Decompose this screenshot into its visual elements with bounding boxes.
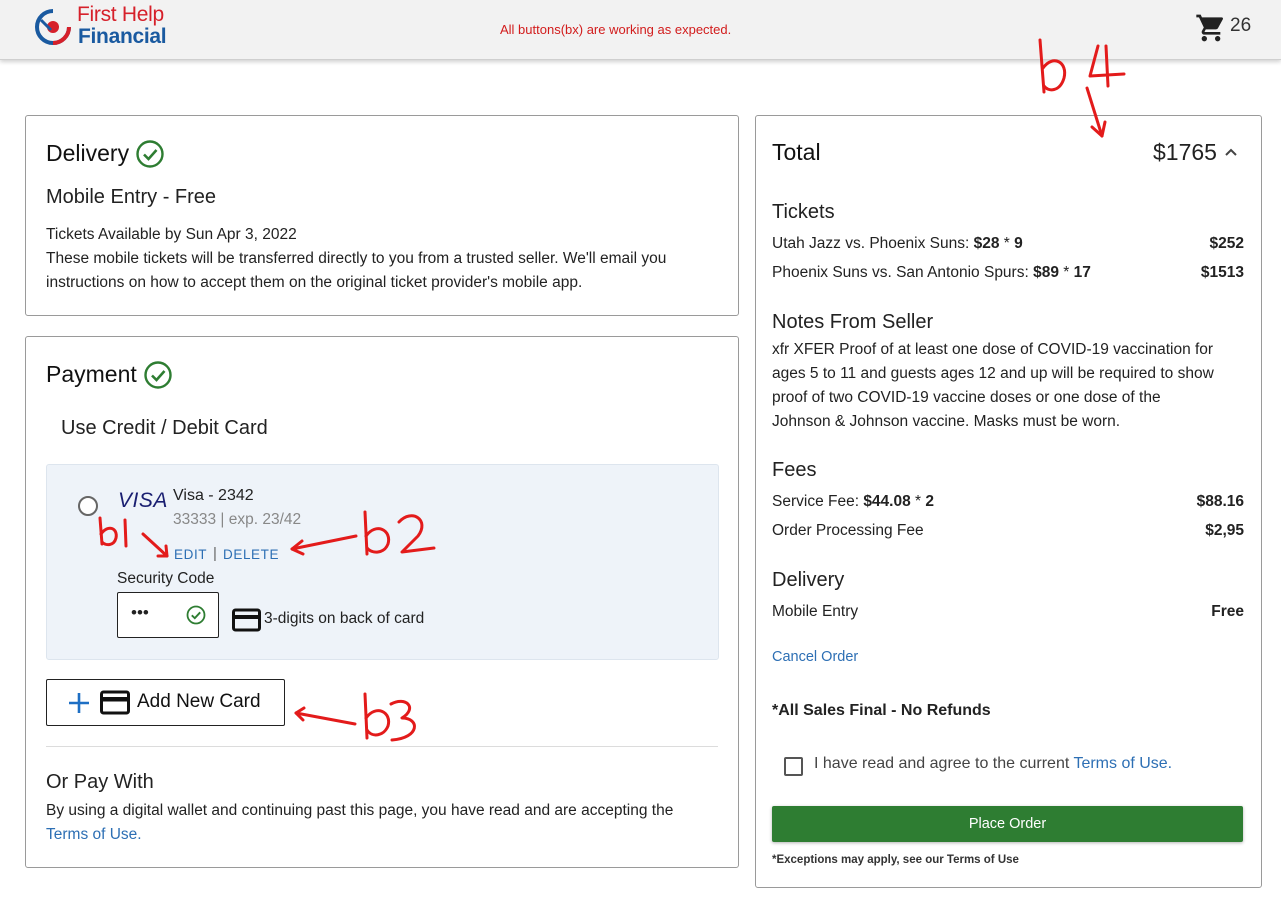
logo-text-first-help: First Help [77, 3, 164, 26]
exceptions-note: *Exceptions may apply, see our Terms of … [772, 854, 1019, 866]
tickets-title: Tickets [772, 201, 835, 223]
ticket-event: Phoenix Suns vs. San Antonio Spurs: [772, 264, 1034, 281]
payment-method-label: Use Credit / Debit Card [61, 417, 268, 439]
add-new-card-label: Add New Card [137, 691, 261, 712]
total-value[interactable]: $1765 [1153, 139, 1217, 166]
security-code-input[interactable]: ••• [117, 592, 219, 638]
ticket-times: * [999, 235, 1015, 252]
cart-count: 26 [1230, 15, 1252, 36]
ticket-times: * [1058, 264, 1074, 281]
summary-delivery-title: Delivery [772, 569, 845, 591]
agree-terms-link[interactable]: Terms of Use. [1073, 755, 1172, 772]
link-separator: | [213, 545, 217, 562]
service-fee-price: $44.08 [863, 493, 911, 510]
ticket-qty: 9 [1014, 235, 1023, 252]
seller-note-line: xfr XFER Proof of at least one dose of C… [772, 341, 1214, 358]
or-pay-with-title: Or Pay With [46, 771, 154, 793]
service-fee-label: Service Fee: [772, 493, 864, 510]
add-new-card-button[interactable]: Add New Card [46, 679, 285, 726]
payment-check-icon [144, 361, 172, 389]
delivery-title: Delivery [46, 140, 130, 166]
ticket-price: $28 [973, 235, 1000, 252]
digital-wallet-text: By using a digital wallet and continuing… [46, 802, 674, 819]
sales-final-notice: *All Sales Final - No Refunds [772, 702, 991, 719]
delivery-description-line1: These mobile tickets will be transferred… [46, 250, 667, 267]
credit-card-icon [232, 608, 261, 632]
security-code-value: ••• [131, 603, 149, 622]
ticket-row: Phoenix Suns vs. San Antonio Spurs: $89 … [772, 264, 1091, 282]
ticket-qty: 17 [1073, 264, 1091, 281]
agree-terms-label: I have read and agree to the current [814, 755, 1074, 772]
chevron-up-icon[interactable] [1223, 145, 1239, 159]
total-label: Total [772, 139, 821, 165]
cart-icon[interactable] [1195, 12, 1227, 44]
logo-text-financial: Financial [78, 25, 167, 48]
logo-icon [35, 9, 71, 45]
card-name: Visa - 2342 [173, 487, 254, 504]
processing-fee-total: $2,95 [1205, 522, 1244, 539]
service-fee-row: Service Fee: $44.08 * 2 [772, 493, 934, 511]
service-fee-qty: 2 [925, 493, 935, 510]
edit-card-link[interactable]: EDIT [174, 547, 207, 562]
place-order-button[interactable]: Place Order [772, 806, 1243, 842]
service-fee-times: * [910, 493, 926, 510]
status-notice: All buttons(bx) are working as expected. [500, 22, 732, 37]
card-icon [100, 690, 130, 715]
seller-note-line: ages 5 to 11 and guests ages 12 and up w… [772, 365, 1214, 382]
agree-terms-text: I have read and agree to the current Ter… [814, 755, 1172, 773]
ticket-total: $252 [1209, 235, 1244, 252]
terms-of-use-link[interactable]: Terms of Use. [46, 823, 142, 847]
payment-divider [46, 746, 718, 747]
service-fee-total: $88.16 [1196, 493, 1244, 510]
seller-note-line: Johnson & Johnson vaccine. Masks must be… [772, 413, 1121, 430]
ticket-event: Utah Jazz vs. Phoenix Suns: [772, 235, 974, 252]
visa-brand-logo: VISA [118, 489, 168, 512]
security-valid-check-icon [186, 605, 206, 625]
card-select-radio[interactable] [78, 496, 98, 516]
delivery-method: Mobile Entry - Free [46, 186, 217, 208]
seller-note-line: proof of two COVID-19 vaccine doses or o… [772, 389, 1161, 406]
summary-delivery-method: Mobile Entry [772, 603, 859, 620]
agree-terms-checkbox[interactable] [784, 757, 803, 776]
delete-card-link[interactable]: DELETE [223, 547, 279, 562]
top-bar: First Help Financial All buttons(bx) are… [0, 0, 1281, 60]
security-code-hint: 3-digits on back of card [264, 610, 425, 627]
delivery-description-line2: instructions on how to accept them on th… [46, 274, 583, 291]
summary-delivery-price: Free [1211, 603, 1244, 620]
fees-title: Fees [772, 459, 817, 481]
payment-title: Payment [46, 361, 137, 387]
ticket-total: $1513 [1200, 264, 1244, 281]
cancel-order-link[interactable]: Cancel Order [772, 649, 858, 665]
delivery-check-icon [136, 140, 164, 168]
security-code-label: Security Code [117, 570, 215, 587]
card-details: 33333 | exp. 23/42 [173, 511, 302, 528]
ticket-row: Utah Jazz vs. Phoenix Suns: $28 * 9 [772, 235, 1023, 253]
processing-fee-label: Order Processing Fee [772, 522, 924, 539]
notes-title: Notes From Seller [772, 311, 934, 333]
delivery-available-date: Tickets Available by Sun Apr 3, 2022 [46, 226, 297, 243]
plus-icon [69, 693, 89, 713]
ticket-price: $89 [1033, 264, 1059, 281]
